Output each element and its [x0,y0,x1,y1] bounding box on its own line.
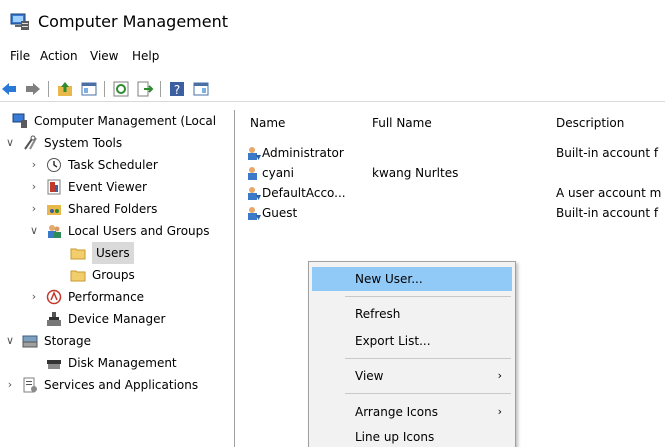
column-header-full-name[interactable]: Full Name [372,116,432,130]
tree-label: Disk Management [68,356,177,370]
menu-item-line-up-icons[interactable]: Line up Icons [312,425,512,447]
menu-item-view[interactable]: View › [312,364,512,388]
menu-item-refresh[interactable]: Refresh [312,302,512,326]
disk-management-icon [47,360,61,369]
toolbar: ? [0,76,665,102]
window-title: Computer Management [38,12,229,31]
menu-item-label: View [355,369,384,383]
device-manager-icon [47,312,61,326]
toolbar-separator [104,81,105,97]
table-row[interactable]: Guest Built-in account f [236,203,665,223]
menu-separator [345,393,511,394]
help-icon[interactable]: ? [168,80,186,98]
user-icon [248,167,257,180]
chevron-right-icon[interactable]: › [28,286,40,308]
user-description: Built-in account f [556,206,659,220]
tree-label: Task Scheduler [68,158,158,172]
menu-item-label: Export List... [355,334,431,348]
tree-label: Users [92,242,134,264]
title-bar: Computer Management [0,0,665,44]
submenu-arrow-icon: › [497,405,502,418]
folder-icon [70,248,86,260]
toolbar-separator [160,81,161,97]
computer-management-icon [10,13,29,30]
event-viewer-icon [47,179,61,195]
menu-view[interactable]: View [90,49,118,63]
refresh-icon[interactable] [112,80,130,98]
user-description: Built-in account f [556,146,659,160]
menu-separator [345,296,511,297]
tree-label: Computer Management (Local [34,114,217,128]
table-row[interactable]: Administrator Built-in account f [236,143,665,163]
svg-text:?: ? [174,83,180,97]
console-tree: Computer Management (Local ∨ System Tool… [0,110,235,447]
tree-label: Local Users and Groups [68,224,210,238]
tree-label: Device Manager [68,312,166,326]
tree-label: Performance [68,290,145,304]
computer-management-icon [12,113,27,128]
chevron-right-icon[interactable]: › [28,176,40,198]
menu-help[interactable]: Help [132,49,159,63]
menu-separator [345,358,511,359]
menu-file[interactable]: File [10,49,30,63]
user-name: cyani [262,166,294,180]
user-icon [248,187,261,200]
column-header-name[interactable]: Name [250,116,285,130]
table-row[interactable]: DefaultAcco... A user account m [236,183,665,203]
context-menu: New User... Refresh Export List... View … [308,261,516,447]
storage-icon [22,335,38,348]
user-full-name: kwang Nurltes [372,166,459,180]
menu-bar: File Action View Help [0,46,665,68]
menu-item-label: Refresh [355,307,401,321]
performance-icon [46,289,62,305]
column-header-description[interactable]: Description [556,116,624,130]
menu-item-export-list[interactable]: Export List... [312,329,512,353]
tools-icon [24,135,37,150]
forward-arrow-icon[interactable] [24,80,42,98]
shared-folder-icon [47,205,61,215]
tree-label: System Tools [44,136,123,150]
tree-label: Shared Folders [68,202,158,216]
clock-icon [47,158,61,172]
services-icon [23,377,37,393]
toolbar-separator [48,81,49,97]
chevron-down-icon[interactable]: ∨ [28,220,40,242]
table-row[interactable]: cyani kwang Nurltes [236,163,665,183]
back-arrow-icon[interactable] [0,80,18,98]
chevron-right-icon[interactable]: › [28,154,40,176]
tree-label: Services and Applications [44,378,199,392]
users-group-icon [48,225,61,238]
submenu-arrow-icon: › [497,369,502,382]
menu-item-label: Line up Icons [355,430,435,444]
show-hide-console-tree-icon[interactable] [80,80,98,98]
user-icon [248,147,261,160]
user-name: Guest [262,206,298,220]
user-icon [248,207,261,220]
tree-label: Event Viewer [68,180,147,194]
user-name: DefaultAcco... [262,186,346,200]
up-folder-icon[interactable] [56,80,74,98]
chevron-right-icon[interactable]: › [4,374,16,396]
show-hide-action-pane-icon[interactable] [192,80,210,98]
chevron-right-icon[interactable]: › [28,198,40,220]
tree-label: Groups [92,268,135,282]
user-name: Administrator [262,146,344,160]
menu-item-label: Arrange Icons [355,405,438,419]
chevron-down-icon[interactable]: ∨ [4,132,16,154]
user-description: A user account m [556,186,662,200]
folder-icon [70,270,86,282]
chevron-down-icon[interactable]: ∨ [4,330,16,352]
menu-action[interactable]: Action [40,49,78,63]
menu-item-new-user[interactable]: New User... [312,267,512,291]
menu-item-label: New User... [355,272,423,286]
export-list-icon[interactable] [136,80,154,98]
tree-label: Storage [44,334,91,348]
menu-item-arrange-icons[interactable]: Arrange Icons › [312,400,512,424]
